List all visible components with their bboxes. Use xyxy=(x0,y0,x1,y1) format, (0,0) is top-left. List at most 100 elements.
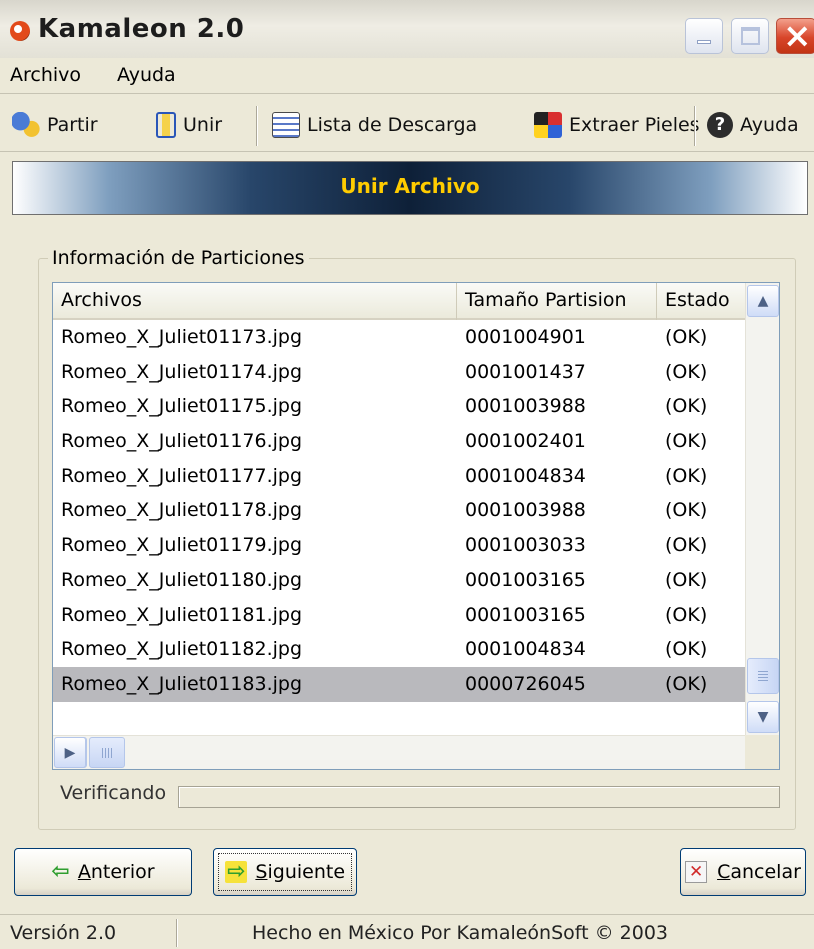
status-bar: Versión 2.0 Hecho en México Por Kamaleón… xyxy=(0,914,814,949)
toolbar-extraer-button[interactable]: Extraer Pieles xyxy=(534,110,700,140)
groupbox-label: Información de Particiones xyxy=(48,247,309,269)
status-cell: (OK) xyxy=(665,464,708,487)
file-name-cell: Romeo_X_Juliet01177.jpg xyxy=(61,464,303,487)
toolbar-partir-label: Partir xyxy=(47,114,98,136)
scroll-up-button[interactable]: ▲ xyxy=(747,285,779,317)
file-name-cell: Romeo_X_Juliet01179.jpg xyxy=(61,534,303,557)
title-bar[interactable]: Kamaleon 2.0 × xyxy=(0,0,814,58)
file-name-cell: Romeo_X_Juliet01181.jpg xyxy=(61,603,303,626)
cancel-button[interactable]: ✕ Cancelar xyxy=(680,848,806,896)
table-row[interactable]: Romeo_X_Juliet01183.jpg 0000726045 (OK) xyxy=(53,666,747,702)
close-icon: × xyxy=(783,16,812,56)
toolbar-lista-button[interactable]: Lista de Descarga xyxy=(272,110,477,140)
file-name-cell: Romeo_X_Juliet01174.jpg xyxy=(61,360,303,383)
toolbar: Partir Unir Lista de Descarga Extraer Pi… xyxy=(0,96,814,152)
version-text: Versión 2.0 xyxy=(10,922,117,944)
toolbar-ayuda-label: Ayuda xyxy=(740,114,799,136)
file-name-cell: Romeo_X_Juliet01182.jpg xyxy=(61,638,303,661)
horizontal-scrollbar[interactable]: ◀ ▶ xyxy=(53,735,747,769)
statusbar-separator xyxy=(176,919,178,947)
vertical-scrollbar[interactable]: ▲ ▼ xyxy=(745,283,779,735)
menu-bar: Archivo Ayuda xyxy=(0,58,814,94)
scroll-down-button[interactable]: ▼ xyxy=(747,701,779,733)
menu-archivo[interactable]: Archivo xyxy=(10,64,81,86)
file-name-cell: Romeo_X_Juliet01173.jpg xyxy=(61,326,303,348)
partition-size-cell: 0001001437 xyxy=(465,360,586,383)
cancel-button-label: Cancelar xyxy=(717,861,801,883)
table-row[interactable]: Romeo_X_Juliet01175.jpg 0001003988 (OK) xyxy=(53,389,747,424)
table-row[interactable]: Romeo_X_Juliet01179.jpg 0001003033 (OK) xyxy=(53,528,747,563)
scroll-right-button[interactable]: ▶ xyxy=(54,737,86,768)
window-title: Kamaleon 2.0 xyxy=(38,14,245,44)
partitions-list[interactable]: Archivos Tamaño Partision Estado Romeo_X… xyxy=(52,282,780,770)
status-cell: (OK) xyxy=(665,603,708,626)
skins-icon xyxy=(534,112,562,138)
status-cell: (OK) xyxy=(665,672,708,695)
horizontal-scroll-thumb[interactable] xyxy=(89,737,125,768)
toolbar-separator xyxy=(694,106,696,146)
arrow-left-icon: ⇦ xyxy=(51,859,70,884)
chevron-right-icon: ▶ xyxy=(64,745,76,761)
arrow-right-icon: ⇨ xyxy=(224,859,248,884)
close-button[interactable]: × xyxy=(776,16,814,56)
back-button-label: Anterior xyxy=(77,861,155,883)
status-cell: (OK) xyxy=(665,499,708,522)
partition-size-cell: 0001004834 xyxy=(465,638,586,661)
toolbar-lista-label: Lista de Descarga xyxy=(307,114,478,136)
table-row[interactable]: Romeo_X_Juliet01174.jpg 0001001437 (OK) xyxy=(53,355,747,390)
help-icon: ? xyxy=(707,112,733,138)
download-list-icon xyxy=(272,112,300,138)
scroll-corner xyxy=(745,735,779,769)
toolbar-extraer-label: Extraer Pieles xyxy=(569,114,700,136)
minimize-button[interactable] xyxy=(685,18,723,54)
column-header-estado[interactable]: Estado xyxy=(657,283,747,320)
column-header-archivos[interactable]: Archivos xyxy=(53,283,457,320)
partition-size-cell: 0001003165 xyxy=(465,603,586,626)
vertical-scroll-thumb[interactable] xyxy=(747,658,779,694)
status-cell: (OK) xyxy=(665,534,708,557)
file-name-cell: Romeo_X_Juliet01175.jpg xyxy=(61,395,303,418)
next-button-label: Siguiente xyxy=(255,861,346,883)
toolbar-separator xyxy=(256,106,258,146)
file-name-cell: Romeo_X_Juliet01176.jpg xyxy=(61,430,303,453)
partition-size-cell: 0001003988 xyxy=(465,395,586,418)
toolbar-partir-button[interactable]: Partir xyxy=(12,110,98,140)
status-cell: (OK) xyxy=(665,638,708,661)
column-header-tamano[interactable]: Tamaño Partision xyxy=(457,283,657,320)
menu-ayuda[interactable]: Ayuda xyxy=(117,64,176,86)
toolbar-unir-button[interactable]: Unir xyxy=(152,110,222,140)
maximize-button[interactable] xyxy=(731,18,769,54)
table-row[interactable]: Romeo_X_Juliet01181.jpg 0001003165 (OK) xyxy=(53,598,747,633)
status-cell: (OK) xyxy=(665,395,708,418)
status-cell: (OK) xyxy=(665,360,708,383)
table-row[interactable]: Romeo_X_Juliet01178.jpg 0001003988 (OK) xyxy=(53,493,747,528)
toolbar-ayuda-button[interactable]: ? Ayuda xyxy=(707,110,799,140)
file-name-cell: Romeo_X_Juliet01180.jpg xyxy=(61,568,303,591)
partir-icon xyxy=(12,112,40,138)
table-row[interactable]: Romeo_X_Juliet01176.jpg 0001002401 (OK) xyxy=(53,424,747,459)
maximize-icon xyxy=(741,27,760,45)
partition-size-cell: 0001002401 xyxy=(465,430,586,453)
chevron-up-icon: ▲ xyxy=(757,293,769,309)
partition-size-cell: 0000726045 xyxy=(465,672,586,695)
table-row[interactable]: Romeo_X_Juliet01177.jpg 0001004834 (OK) xyxy=(53,459,747,494)
partition-size-cell: 0001003988 xyxy=(465,499,586,522)
minimize-icon xyxy=(697,40,711,44)
list-rows: Romeo_X_Juliet01173.jpg 0001004901 (OK) Rom… xyxy=(53,320,747,702)
table-row[interactable]: Romeo_X_Juliet01180.jpg 0001003165 (OK) xyxy=(53,563,747,598)
app-icon xyxy=(10,21,30,41)
table-row[interactable]: Romeo_X_Juliet01173.jpg 0001004901 (OK) xyxy=(53,320,747,355)
section-title: Unir Archivo xyxy=(340,174,480,198)
toolbar-unir-label: Unir xyxy=(183,114,223,136)
partition-size-cell: 0001003165 xyxy=(465,568,586,591)
table-row[interactable]: Romeo_X_Juliet01182.jpg 0001004834 (OK) xyxy=(53,632,747,667)
verify-progress-bar xyxy=(178,786,780,808)
partition-size-cell: 0001004901 xyxy=(465,326,586,348)
back-button[interactable]: ⇦ Anterior xyxy=(14,848,192,896)
list-header: Archivos Tamaño Partision Estado xyxy=(53,283,747,320)
next-button[interactable]: ⇨ Siguiente xyxy=(213,848,357,896)
cancel-icon: ✕ xyxy=(685,861,708,883)
status-cell: (OK) xyxy=(665,568,708,591)
verify-label: Verificando xyxy=(60,782,167,804)
chevron-down-icon: ▼ xyxy=(757,709,769,725)
